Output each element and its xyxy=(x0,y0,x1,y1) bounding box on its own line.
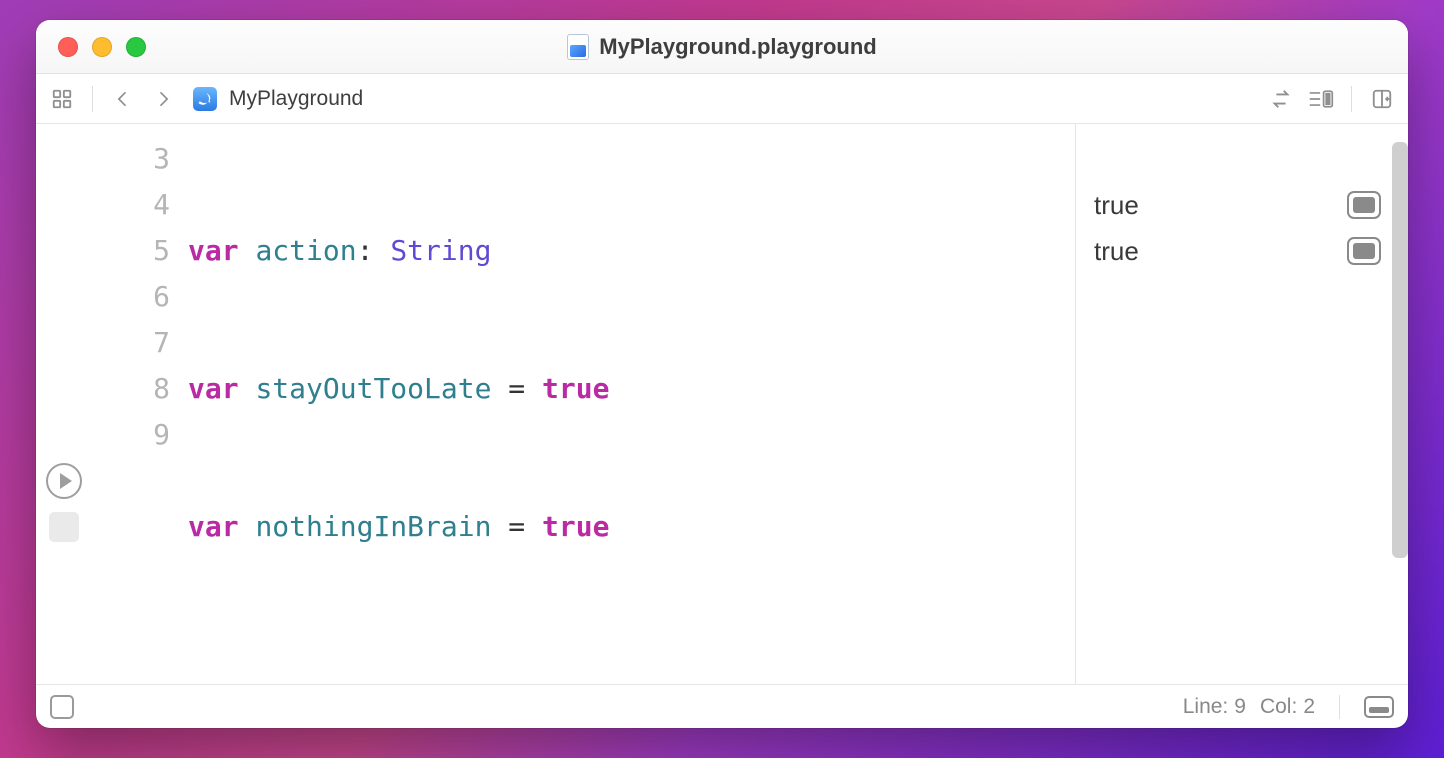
result-row[interactable]: true xyxy=(1076,182,1336,228)
swift-icon xyxy=(193,87,217,111)
toolbar: MyPlayground xyxy=(36,74,1408,124)
breadcrumb-label: MyPlayground xyxy=(229,87,363,111)
quicklook-button[interactable] xyxy=(1347,191,1381,219)
result-row xyxy=(1076,412,1336,458)
window-title: MyPlayground.playground xyxy=(36,34,1408,60)
zoom-window-button[interactable] xyxy=(126,37,146,57)
stop-playground-button[interactable] xyxy=(49,512,79,542)
run-gutter xyxy=(36,124,92,684)
minimize-window-button[interactable] xyxy=(92,37,112,57)
result-row xyxy=(1076,366,1336,412)
scrollbar-thumb[interactable] xyxy=(1392,142,1408,558)
toolbar-separator xyxy=(1351,86,1352,112)
line-number: 4 xyxy=(92,182,170,228)
bottom-panel-toggle[interactable] xyxy=(1364,696,1394,718)
scrollbar[interactable] xyxy=(1392,136,1408,684)
related-items-button[interactable] xyxy=(46,83,78,115)
cursor-col-label: Col: xyxy=(1260,695,1297,719)
result-row xyxy=(1076,320,1336,366)
code-line: var stayOutTooLate = true xyxy=(188,366,1075,412)
breadcrumb[interactable]: MyPlayground xyxy=(187,83,369,115)
code-line: var action: String xyxy=(188,228,1075,274)
run-playground-button[interactable] xyxy=(46,463,82,499)
line-number: 3 xyxy=(92,136,170,182)
cursor-line-value: 9 xyxy=(1234,695,1246,719)
line-number: 9 xyxy=(92,412,170,458)
line-number: 5 xyxy=(92,228,170,274)
quicklook-button[interactable] xyxy=(1347,237,1381,265)
statusbar: Line: 9 Col: 2 xyxy=(36,684,1408,728)
titlebar: MyPlayground.playground xyxy=(36,20,1408,74)
cursor-line-label: Line: xyxy=(1183,695,1229,719)
close-window-button[interactable] xyxy=(58,37,78,57)
statusbar-separator xyxy=(1339,695,1340,719)
nav-back-button[interactable] xyxy=(107,83,139,115)
xcode-window: MyPlayground.playground MyPlayground xyxy=(36,20,1408,728)
code-line: var nothingInBrain = true xyxy=(188,504,1075,550)
line-number: 6 xyxy=(92,274,170,320)
line-number: 7 xyxy=(92,320,170,366)
result-row xyxy=(1076,136,1336,182)
main-area: 3 4 5 6 7 8 9 var action: String var sta… xyxy=(36,124,1408,684)
line-number-gutter: 3 4 5 6 7 8 9 xyxy=(92,124,188,684)
traffic-lights xyxy=(58,37,146,57)
line-number: 8 xyxy=(92,366,170,412)
cursor-col-value: 2 xyxy=(1303,695,1315,719)
add-editor-button[interactable] xyxy=(1366,83,1398,115)
debug-area-toggle[interactable] xyxy=(50,695,74,719)
playground-file-icon xyxy=(567,34,589,60)
code-editor[interactable]: 3 4 5 6 7 8 9 var action: String var sta… xyxy=(36,124,1075,684)
play-icon xyxy=(60,473,72,489)
quicklook-column xyxy=(1336,136,1392,684)
window-title-text: MyPlayground.playground xyxy=(599,34,876,60)
code-line xyxy=(188,642,1075,684)
toolbar-separator xyxy=(92,86,93,112)
code-area[interactable]: var action: String var stayOutTooLate = … xyxy=(188,124,1075,684)
result-row xyxy=(1076,274,1336,320)
nav-forward-button[interactable] xyxy=(147,83,179,115)
swap-editor-button[interactable] xyxy=(1265,83,1297,115)
result-row[interactable]: true xyxy=(1076,228,1336,274)
results-sidebar: true true xyxy=(1075,124,1408,684)
editor-options-button[interactable] xyxy=(1305,83,1337,115)
